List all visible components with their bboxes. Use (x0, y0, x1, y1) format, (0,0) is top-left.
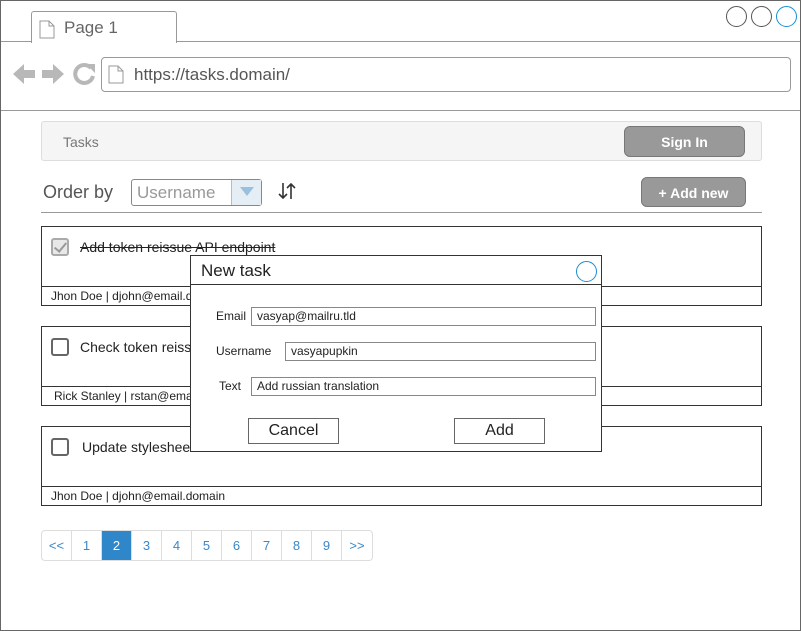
page-5[interactable]: 5 (192, 531, 222, 560)
page-3[interactable]: 3 (132, 531, 162, 560)
back-arrow-icon[interactable] (12, 62, 36, 91)
task-done-checkbox[interactable] (51, 238, 69, 256)
site-navbar: Tasks Sign In (41, 121, 762, 161)
task-footer: Jhon Doe | djohn@email.domain (42, 486, 761, 505)
cancel-button[interactable]: Cancel (248, 418, 339, 444)
page-7[interactable]: 7 (252, 531, 282, 560)
maximize-button[interactable] (751, 6, 772, 27)
pagination: << 1 2 3 4 5 6 7 8 9 >> (41, 530, 373, 561)
chevron-down-icon (240, 187, 254, 196)
add-new-button[interactable]: + Add new (641, 177, 746, 207)
dialog-title: New task (201, 261, 271, 280)
task-author: Jhon Doe | djohn@email.domain (51, 489, 226, 503)
close-dialog-button[interactable] (576, 261, 597, 282)
url-input[interactable]: https://tasks.domain/ (101, 57, 791, 92)
task-title: Check token reissue (80, 339, 207, 355)
tab-bar: Page 1 (1, 1, 800, 43)
task-done-checkbox[interactable] (51, 438, 69, 456)
email-field[interactable]: vasyap@mailru.tld (251, 307, 596, 326)
browser-tab[interactable]: Page 1 (31, 11, 177, 43)
page-6[interactable]: 6 (222, 531, 252, 560)
page-first[interactable]: << (42, 531, 72, 560)
page-last[interactable]: >> (342, 531, 372, 560)
forward-arrow-icon[interactable] (41, 62, 65, 91)
sign-in-button[interactable]: Sign In (624, 126, 745, 157)
order-by-select[interactable]: Username (131, 179, 262, 206)
page-1[interactable]: 1 (72, 531, 102, 560)
order-by-label: Order by (43, 182, 114, 202)
address-bar: https://tasks.domain/ (1, 42, 800, 111)
page-2-current[interactable]: 2 (102, 531, 132, 560)
username-field[interactable]: vasyapupkin (285, 342, 596, 361)
username-label: Username (216, 344, 272, 358)
task-title: Update stylesheet (82, 439, 195, 455)
task-title: Add token reissue API endpoint (80, 239, 276, 255)
url-text: https://tasks.domain/ (134, 65, 290, 84)
task-done-checkbox[interactable] (51, 338, 69, 356)
tab-title: Page 1 (64, 18, 118, 37)
dialog-header: New task (191, 256, 601, 285)
page-icon (108, 65, 124, 89)
order-by-value: Username (137, 183, 216, 202)
brand-link[interactable]: Tasks (63, 134, 99, 150)
browser-window: Page 1 https://tasks.domain/ Tasks Sign … (0, 0, 801, 631)
sort-direction-icon[interactable] (278, 181, 296, 206)
page-icon (39, 20, 55, 44)
page-8[interactable]: 8 (282, 531, 312, 560)
email-label: Email (216, 309, 247, 323)
new-task-dialog: New task Email vasyap@mailru.tld Usernam… (190, 255, 602, 452)
reload-icon[interactable] (72, 62, 96, 91)
close-window-button[interactable] (776, 6, 797, 27)
order-toolbar: Order by Username + Add new (41, 173, 762, 213)
text-field[interactable]: Add russian translation (251, 377, 596, 396)
page-9[interactable]: 9 (312, 531, 342, 560)
add-task-button[interactable]: Add (454, 418, 545, 444)
dropdown-toggle[interactable] (231, 180, 261, 205)
minimize-button[interactable] (726, 6, 747, 27)
text-label: Text (219, 379, 242, 393)
page-4[interactable]: 4 (162, 531, 192, 560)
